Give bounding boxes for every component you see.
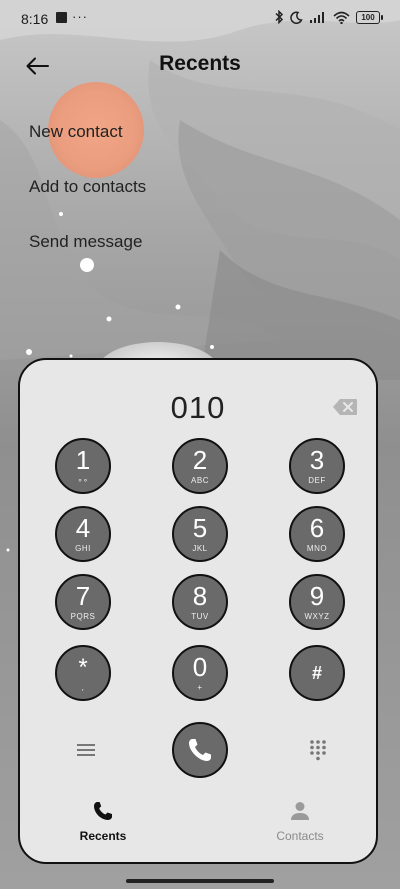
tab-contacts[interactable]: Contacts (255, 800, 345, 843)
bluetooth-icon (275, 10, 284, 24)
dialpad-sheet: 010 1 ∘∘ 2 ABC 3 DEF 4 GHI 5 JKL 6 MNO 7… (18, 358, 378, 864)
home-indicator[interactable] (126, 879, 274, 883)
key-hash[interactable]: # (289, 645, 345, 701)
key-letters: PQRS (70, 612, 96, 621)
send-message-option[interactable]: Send message (29, 232, 142, 252)
key-6[interactable]: 6 MNO (289, 506, 345, 562)
key-digit: 9 (309, 581, 325, 611)
key-digit: 3 (309, 445, 325, 475)
tab-recents[interactable]: Recents (58, 800, 148, 843)
key-3[interactable]: 3 DEF (289, 438, 345, 494)
key-digit: # (311, 663, 322, 683)
key-digit: 1 (75, 445, 91, 475)
header: Recents (0, 40, 400, 92)
status-time: 8:16 (21, 11, 49, 27)
key-5[interactable]: 5 JKL (172, 506, 228, 562)
tab-contacts-label: Contacts (276, 829, 324, 843)
key-letters: TUV (191, 612, 209, 621)
call-button[interactable] (172, 722, 228, 778)
key-letters: JKL (192, 544, 208, 553)
key-letters: DEF (308, 476, 326, 485)
key-8[interactable]: 8 TUV (172, 574, 228, 630)
person-icon (291, 802, 309, 820)
dialed-number: 010 (170, 390, 226, 425)
wifi-icon (333, 11, 350, 24)
key-digit: 5 (192, 513, 208, 543)
key-digit: 6 (309, 513, 325, 543)
phone-icon (189, 739, 211, 761)
key-digit: 4 (75, 513, 91, 543)
key-letters: + (197, 683, 203, 692)
key-letters: , (81, 683, 85, 692)
moon-icon (290, 11, 303, 24)
key-digit: * (78, 654, 88, 681)
key-0[interactable]: 0 + (172, 645, 228, 701)
add-to-contacts-option[interactable]: Add to contacts (29, 177, 146, 197)
key-letters: WXYZ (304, 612, 330, 621)
signal-icon (310, 12, 324, 23)
key-letters: ABC (191, 476, 209, 485)
voicemail-icon: ∘∘ (77, 476, 89, 485)
menu-lines-icon[interactable] (76, 742, 96, 758)
key-digit: 0 (192, 652, 208, 682)
backspace-icon[interactable] (332, 398, 358, 416)
key-4[interactable]: 4 GHI (55, 506, 111, 562)
dialpad-icon[interactable] (309, 739, 327, 761)
page-title: Recents (159, 52, 241, 75)
key-digit: 2 (192, 445, 208, 475)
key-7[interactable]: 7 PQRS (55, 574, 111, 630)
status-more-dots: ··· (72, 9, 88, 24)
status-icons: 100 (274, 10, 383, 24)
phone-recents-icon (94, 802, 112, 820)
tab-recents-label: Recents (79, 829, 127, 843)
key-digit: 7 (75, 581, 91, 611)
key-1[interactable]: 1 ∘∘ (55, 438, 111, 494)
key-9[interactable]: 9 WXYZ (289, 574, 345, 630)
key-2[interactable]: 2 ABC (172, 438, 228, 494)
battery-indicator: 100 (356, 10, 383, 24)
notification-square-icon (56, 12, 67, 23)
status-bar: 8:16 ··· 100 (0, 0, 400, 40)
key-digit: 8 (192, 581, 208, 611)
key-letters: MNO (306, 544, 328, 553)
key-letters: GHI (75, 544, 91, 553)
new-contact-option[interactable]: New contact (29, 122, 123, 142)
key-star[interactable]: * , (55, 645, 111, 701)
